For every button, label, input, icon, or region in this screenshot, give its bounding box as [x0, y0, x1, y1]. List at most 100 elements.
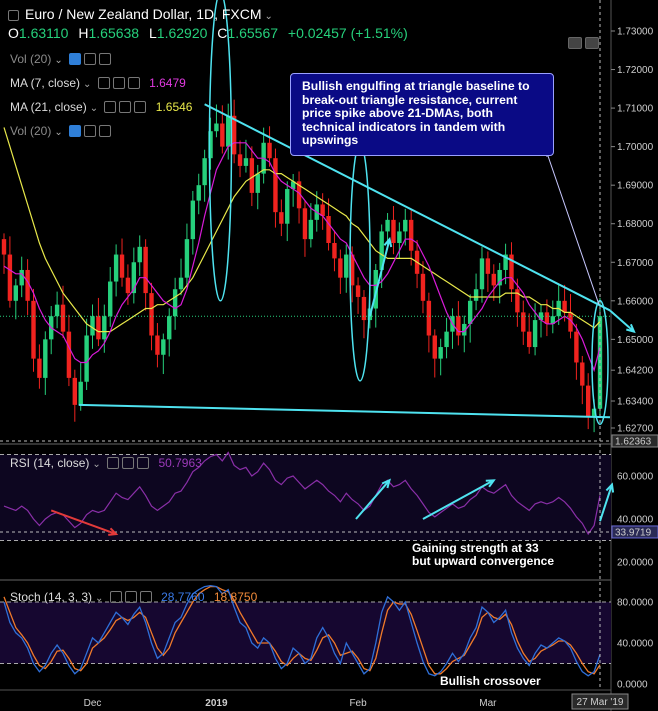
chevron-down-icon[interactable]: ⌄: [265, 11, 273, 22]
last-price-tag-label: 1.62363: [615, 436, 652, 447]
candle-body: [308, 219, 314, 240]
candle-body: [190, 200, 196, 240]
visibility-icon[interactable]: [69, 53, 82, 65]
settings-icon[interactable]: [122, 457, 135, 469]
visibility-icon[interactable]: [107, 457, 120, 469]
settings-icon[interactable]: [112, 77, 125, 89]
price-tick-label: 1.68000: [617, 219, 654, 230]
ma21-value: 1.6546: [155, 100, 193, 114]
candle-body: [143, 246, 148, 294]
candle-body: [338, 258, 343, 278]
price-change: +0.02457 (+1.51%): [287, 25, 408, 41]
candle-body: [491, 273, 496, 286]
candle-body: [237, 154, 243, 166]
price-tick-label: 1.66000: [617, 296, 654, 307]
rsi-tick-label: 40.0000: [617, 515, 654, 526]
candle-body: [155, 335, 160, 355]
scale-up-icon[interactable]: [585, 37, 599, 49]
price-tick-label: 1.67000: [617, 258, 654, 269]
candle-body: [1, 239, 7, 255]
close-icon[interactable]: [134, 101, 147, 113]
candle-body: [408, 219, 414, 251]
indicator-stoch[interactable]: Stoch (14, 3, 3) ⌄ 28.7760 18.8750: [10, 590, 257, 604]
price-tick-label: 1.63400: [617, 397, 654, 408]
settings-icon[interactable]: [84, 125, 97, 137]
visibility-icon[interactable]: [69, 125, 82, 137]
candle-body: [125, 277, 131, 294]
stoch-d-value: 18.8750: [213, 590, 258, 604]
rsi-tick-label: 60.0000: [617, 472, 654, 483]
candle-body: [137, 246, 142, 263]
candle-body: [90, 316, 95, 336]
candle-body: [391, 219, 396, 243]
stoch-note: Bullish crossover: [440, 674, 541, 688]
close-icon[interactable]: [99, 53, 112, 65]
candle-body: [273, 158, 278, 213]
indicator-vol-2[interactable]: Vol (20) ⌄: [10, 124, 112, 138]
settings-icon[interactable]: [84, 53, 97, 65]
rsi-note-line1: Gaining strength at 33: [412, 541, 539, 555]
indicator-vol-1[interactable]: Vol (20) ⌄: [10, 52, 112, 66]
indicator-ma7[interactable]: MA (7, close) ⌄ 1.6479: [10, 76, 186, 90]
price-tick-label: 1.69000: [617, 181, 654, 192]
candle-body: [96, 316, 101, 340]
cursor-date-label: 27 Mar '19: [577, 697, 624, 708]
candle-body: [585, 385, 591, 417]
candle-body: [78, 381, 83, 405]
candle-body: [60, 304, 66, 332]
candle-body: [37, 358, 42, 378]
visibility-icon[interactable]: [97, 77, 110, 89]
candle-body: [54, 304, 60, 317]
candle-body: [279, 212, 284, 224]
close-icon[interactable]: [137, 457, 150, 469]
ohlc-low: L1.62920: [148, 25, 208, 41]
candle-body: [526, 331, 532, 348]
price-tick-label: 1.70000: [617, 142, 654, 153]
close-icon[interactable]: [127, 77, 140, 89]
scale-controls[interactable]: [565, 34, 599, 52]
rsi-tick-label: 20.0000: [617, 558, 654, 569]
candle-body: [161, 339, 166, 355]
symbol-title[interactable]: Euro / New Zealand Dollar, 1D, FXCM: [25, 6, 262, 22]
candle-body: [485, 258, 491, 274]
price-tick-label: 1.62700: [617, 424, 654, 435]
close-icon[interactable]: [99, 125, 112, 137]
analysis-note: Bullish engulfing at triangle baseline t…: [290, 73, 554, 156]
visibility-icon[interactable]: [104, 101, 117, 113]
price-tick-label: 1.72000: [617, 65, 654, 76]
stoch-tick-label: 40.0000: [617, 639, 654, 650]
stoch-band: [0, 602, 611, 664]
candle-body: [521, 312, 526, 332]
candle-body: [397, 231, 402, 243]
visibility-icon[interactable]: [109, 591, 122, 603]
candle-body: [202, 158, 207, 186]
candle-body: [385, 219, 390, 232]
candle-body: [532, 320, 538, 348]
candle-body: [420, 273, 426, 301]
collapse-icon[interactable]: [8, 10, 19, 21]
ohlc-close: C1.65567: [217, 25, 279, 41]
candle-body: [403, 219, 408, 232]
price-tick-label: 1.73000: [617, 27, 654, 38]
time-tick-label: Mar: [479, 698, 497, 709]
candle-body: [72, 377, 78, 405]
settings-icon[interactable]: [124, 591, 137, 603]
candle-body: [119, 254, 125, 278]
settings-icon[interactable]: [119, 101, 132, 113]
candle-body: [285, 189, 290, 224]
indicator-rsi[interactable]: RSI (14, close) ⌄ 50.7963: [10, 456, 202, 470]
candle-body: [255, 173, 260, 193]
candle-body: [332, 242, 337, 259]
time-tick-label: Feb: [349, 698, 367, 709]
indicator-ma21[interactable]: MA (21, close) ⌄ 1.6546: [10, 100, 192, 114]
close-icon[interactable]: [139, 591, 152, 603]
candle-body: [580, 362, 585, 386]
ma7-value: 1.6479: [149, 76, 186, 90]
candle-body: [214, 123, 219, 132]
stoch-tick-label: 0.0000: [617, 680, 648, 691]
candle-body: [473, 289, 479, 301]
scale-down-icon[interactable]: [568, 37, 582, 49]
candle-body: [574, 331, 579, 363]
ohlc-high: H1.65638: [78, 25, 140, 41]
candle-body: [562, 300, 567, 313]
